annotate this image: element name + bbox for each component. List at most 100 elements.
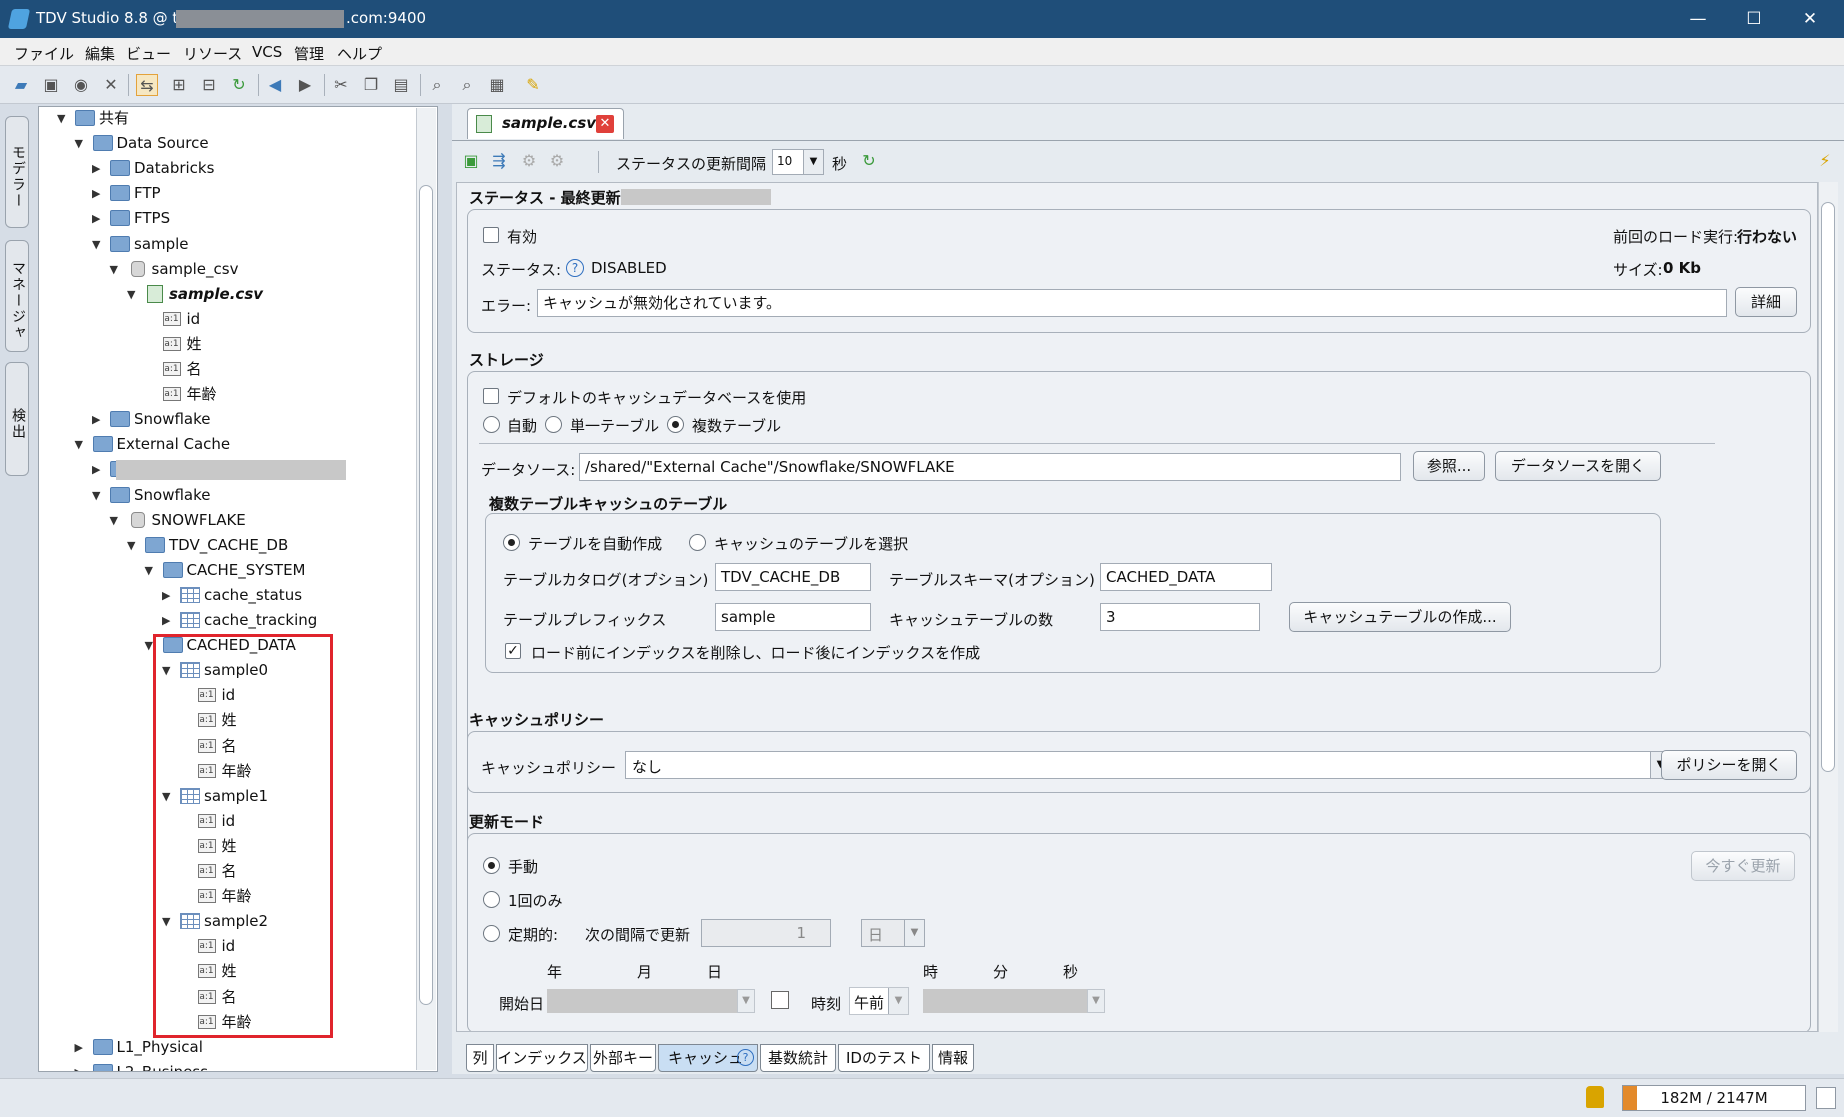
open-folder-icon[interactable]: ▰ (10, 74, 32, 96)
close-tab-icon[interactable]: ✕ (596, 115, 614, 133)
save-all-icon[interactable]: ◉ (70, 74, 92, 96)
find-in-icon[interactable]: ⌕ (456, 74, 478, 96)
collapsed-arrow-icon[interactable]: ▶ (92, 206, 106, 231)
menu-admin[interactable]: 管理 (294, 43, 324, 64)
chevron-down-icon[interactable]: ▼ (1087, 989, 1105, 1013)
policy-select[interactable]: なし ▼ (625, 751, 1671, 779)
collapsed-arrow-icon[interactable]: ▶ (162, 608, 176, 633)
expand-all-icon[interactable]: ⊞ (168, 74, 190, 96)
expanded-arrow-icon[interactable]: ▼ (127, 282, 141, 307)
menu-help[interactable]: ヘルプ (337, 43, 382, 64)
browse-button[interactable]: 参照... (1413, 451, 1485, 481)
collapsed-arrow-icon[interactable]: ▶ (92, 407, 106, 432)
tab-columns[interactable]: 列 (466, 1044, 494, 1072)
interval-unit-select[interactable]: 日 ▼ (861, 919, 925, 947)
schema-field[interactable]: CACHED_DATA (1100, 563, 1272, 591)
help-icon[interactable]: ? (737, 1049, 754, 1066)
sidetab-discovery[interactable]: 検出 (5, 362, 29, 476)
save-icon[interactable]: ▣ (40, 74, 62, 96)
close-button[interactable]: ✕ (1782, 0, 1838, 38)
expanded-arrow-icon[interactable]: ▼ (75, 131, 89, 156)
gear-settings-icon[interactable]: ⚙ (546, 150, 568, 172)
find-icon[interactable]: ⌕ (426, 74, 448, 96)
refresh-status-icon[interactable]: ↻ (858, 150, 880, 172)
delete-icon[interactable]: ✕ (100, 74, 122, 96)
gear-icon[interactable]: ⚙ (518, 150, 540, 172)
radio-single[interactable] (545, 416, 562, 433)
tab-id-test[interactable]: IDのテスト (838, 1044, 930, 1072)
collapsed-arrow-icon[interactable]: ▶ (92, 156, 106, 181)
radio-auto-create[interactable] (503, 534, 520, 551)
collapsed-arrow-icon[interactable]: ▶ (92, 181, 106, 206)
collapsed-arrow-icon[interactable]: ▶ (92, 457, 106, 482)
radio-manual[interactable] (483, 857, 500, 874)
menu-vcs[interactable]: VCS (252, 43, 282, 61)
refresh-icon[interactable]: ↻ (228, 74, 250, 96)
collapsed-arrow-icon[interactable]: ▶ (162, 583, 176, 608)
radio-select-tables[interactable] (689, 534, 706, 551)
interval-field[interactable]: 1 (701, 919, 831, 947)
expanded-arrow-icon[interactable]: ▼ (110, 508, 124, 533)
tab-foreign-keys[interactable]: 外部キー (590, 1044, 656, 1072)
collapsed-arrow-icon[interactable]: ▶ (75, 1035, 89, 1060)
gc-icon[interactable] (1816, 1087, 1836, 1109)
help-icon[interactable]: ? (566, 259, 584, 277)
start-date-field[interactable] (547, 989, 737, 1013)
sidetab-modeler[interactable]: モデラー (5, 116, 29, 228)
paste-icon[interactable]: ▤ (390, 74, 412, 96)
open-policy-button[interactable]: ポリシーを開く (1661, 750, 1797, 780)
memory-indicator[interactable]: 182M / 2147M (1622, 1085, 1806, 1111)
create-cache-tables-button[interactable]: キャッシュテーブルの作成... (1289, 602, 1511, 632)
expanded-arrow-icon[interactable]: ▼ (145, 558, 159, 583)
radio-once[interactable] (483, 891, 500, 908)
index-option-checkbox[interactable]: ✓ (505, 643, 521, 659)
enabled-checkbox[interactable] (483, 227, 499, 243)
error-field[interactable]: キャッシュが無効化されています。 (537, 289, 1727, 317)
use-default-checkbox[interactable] (483, 388, 499, 404)
collapsed-arrow-icon[interactable]: ▶ (75, 1060, 89, 1071)
copy-icon[interactable]: ❐ (360, 74, 382, 96)
properties-icon[interactable]: ▦ (486, 74, 508, 96)
note-icon[interactable]: ✎ (522, 74, 544, 96)
lightning-icon[interactable]: ⚡ (1814, 150, 1836, 172)
refresh-now-button[interactable]: 今すぐ更新 (1691, 851, 1795, 881)
open-datasource-button[interactable]: データソースを開く (1495, 451, 1661, 481)
expanded-arrow-icon[interactable]: ▼ (110, 257, 124, 282)
save-cache-icon[interactable]: ▣ (460, 150, 482, 172)
menu-resource[interactable]: リソース (183, 43, 242, 64)
tab-cardinality[interactable]: 基数統計 (760, 1044, 836, 1072)
expanded-arrow-icon[interactable]: ▼ (75, 432, 89, 457)
dependency-icon[interactable]: ⇶ (488, 150, 510, 172)
chevron-down-icon[interactable]: ▼ (737, 989, 755, 1013)
expanded-arrow-icon[interactable]: ▼ (57, 107, 71, 131)
datasource-field[interactable]: /shared/"External Cache"/Snowflake/SNOWF… (579, 453, 1401, 481)
radio-multi[interactable] (667, 416, 684, 433)
back-icon[interactable]: ◀ (264, 74, 286, 96)
menu-edit[interactable]: 編集 (85, 43, 115, 64)
tree-scroll-thumb[interactable] (419, 185, 433, 1005)
detail-button[interactable]: 詳細 (1735, 287, 1797, 317)
expanded-arrow-icon[interactable]: ▼ (127, 533, 141, 558)
editor-tab[interactable]: sample.csv ✕ (467, 108, 624, 139)
forward-icon[interactable]: ▶ (294, 74, 316, 96)
ampm-select[interactable]: 午前 ▼ (849, 987, 909, 1015)
prefix-field[interactable]: sample (715, 603, 871, 631)
tab-indexes[interactable]: インデックス (496, 1044, 588, 1072)
radio-auto[interactable] (483, 416, 500, 433)
tab-info[interactable]: 情報 (932, 1044, 974, 1072)
cut-icon[interactable]: ✂ (330, 74, 352, 96)
tab-cache[interactable]: キャッシュ ? (658, 1044, 758, 1072)
maximize-button[interactable]: ☐ (1726, 0, 1782, 38)
calendar-icon[interactable] (771, 991, 789, 1009)
menu-view[interactable]: ビュー (126, 43, 171, 64)
menu-file[interactable]: ファイル (14, 43, 74, 64)
radio-periodic[interactable] (483, 925, 500, 942)
sidetab-manager[interactable]: マネージャ (5, 240, 29, 352)
content-scroll-thumb[interactable] (1821, 202, 1835, 772)
start-time-field[interactable] (923, 989, 1087, 1013)
expanded-arrow-icon[interactable]: ▼ (92, 232, 106, 257)
minimize-button[interactable]: — (1670, 0, 1726, 38)
expanded-arrow-icon[interactable]: ▼ (92, 483, 106, 508)
count-field[interactable]: 3 (1100, 603, 1260, 631)
refresh-interval-select[interactable]: 10 ▼ (772, 149, 824, 175)
